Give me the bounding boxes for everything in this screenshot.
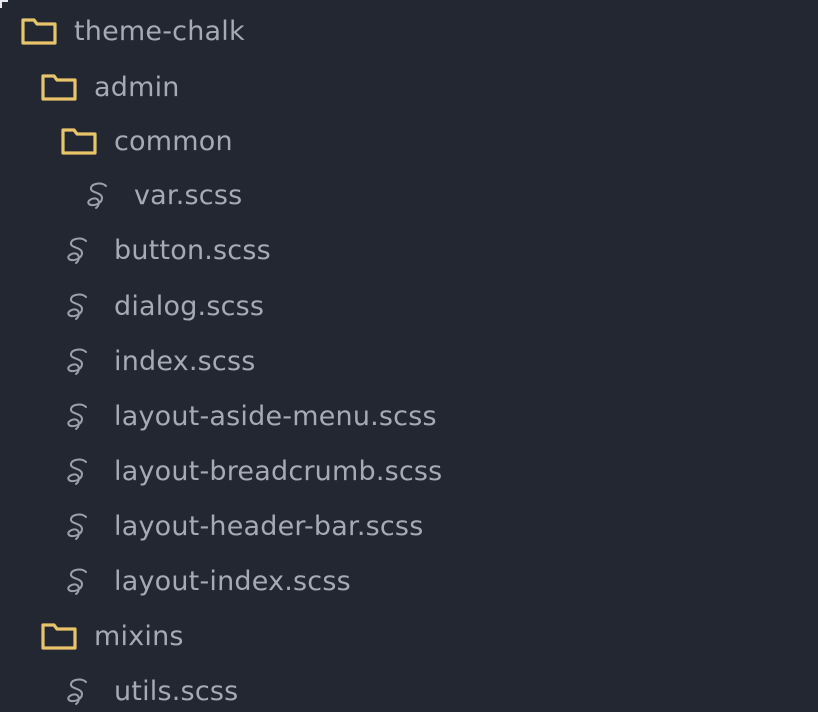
folder-icon — [40, 621, 78, 651]
tree-item-label: mixins — [94, 620, 184, 652]
tree-item-label: button.scss — [114, 234, 271, 266]
tree-item-button-scss[interactable]: button.scss — [0, 223, 818, 277]
tree-item-mixins[interactable]: mixins — [0, 609, 818, 663]
tree-item-label: common — [114, 125, 233, 157]
folder-icon — [40, 72, 78, 102]
tree-item-dialog-scss[interactable]: dialog.scss — [0, 279, 818, 333]
sass-file-icon — [60, 566, 98, 596]
tree-item-label: layout-aside-menu.scss — [114, 400, 437, 432]
sass-file-icon — [60, 676, 98, 706]
sass-file-icon — [80, 180, 118, 210]
tree-item-label: var.scss — [134, 179, 243, 211]
folder-icon — [60, 126, 98, 156]
tree-item-layout-header-bar-scss[interactable]: layout-header-bar.scss — [0, 499, 818, 553]
tree-item-theme-chalk[interactable]: theme-chalk — [0, 4, 818, 58]
tree-item-layout-aside-menu-scss[interactable]: layout-aside-menu.scss — [0, 389, 818, 443]
tree-item-label: admin — [94, 71, 180, 103]
tree-item-index-scss[interactable]: index.scss — [0, 334, 818, 388]
tree-item-label: index.scss — [114, 345, 256, 377]
tree-item-utils-scss[interactable]: utils.scss — [0, 664, 818, 712]
tree-item-layout-index-scss[interactable]: layout-index.scss — [0, 554, 818, 608]
sass-file-icon — [60, 401, 98, 431]
tree-item-layout-breadcrumb-scss[interactable]: layout-breadcrumb.scss — [0, 444, 818, 498]
folder-icon — [20, 16, 58, 46]
sass-file-icon — [60, 291, 98, 321]
tree-item-label: layout-header-bar.scss — [114, 510, 424, 542]
tree-item-common[interactable]: common — [0, 114, 818, 168]
sass-file-icon — [60, 511, 98, 541]
tree-item-var-scss[interactable]: var.scss — [0, 168, 818, 222]
file-explorer-tree: theme-chalk admin common var.scss button… — [0, 0, 818, 712]
tree-item-label: layout-index.scss — [114, 565, 351, 597]
tree-item-label: dialog.scss — [114, 290, 265, 322]
tree-item-admin[interactable]: admin — [0, 60, 818, 114]
tree-item-label: utils.scss — [114, 675, 239, 707]
tree-item-label: layout-breadcrumb.scss — [114, 455, 443, 487]
sass-file-icon — [60, 346, 98, 376]
sass-file-icon — [60, 235, 98, 265]
tree-item-label: theme-chalk — [74, 15, 245, 47]
sass-file-icon — [60, 456, 98, 486]
